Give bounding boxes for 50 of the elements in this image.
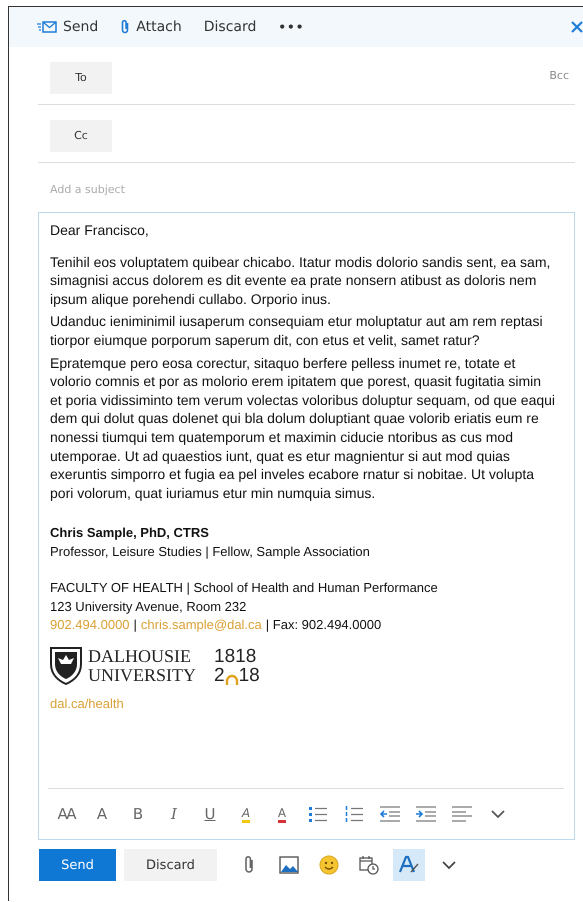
- signature-faculty: FACULTY OF HEALTH | School of Health and Human Performance: [50, 579, 439, 598]
- format-button[interactable]: [393, 849, 425, 881]
- indent-icon: [416, 806, 436, 822]
- bullet-list-icon: [309, 806, 327, 822]
- separator-text: |: [134, 616, 137, 634]
- chevron-down-icon: [491, 810, 505, 818]
- shield-icon: [50, 646, 82, 685]
- cc-button[interactable]: Cc: [50, 120, 112, 152]
- logo-text: DALHOUSIE: [88, 646, 192, 666]
- bcc-link[interactable]: Bcc: [549, 69, 569, 82]
- signature-name: Chris Sample, PhD, CTRS: [50, 524, 210, 542]
- greeting-text: Dear Francisco,: [50, 221, 150, 240]
- smiley-icon: [319, 855, 339, 875]
- signature-title: Professor, Leisure Studies | Fellow, Sample Association: [50, 542, 371, 561]
- fax-text: | Fax: 902.494.0000: [266, 616, 382, 634]
- toolbar-button[interactable]: Discard: [204, 19, 256, 35]
- signature-address: 123 University Avenue, Room 232: [50, 598, 248, 616]
- highlight-button[interactable]: A: [228, 799, 264, 829]
- send-mail-icon: [37, 21, 57, 33]
- paperclip-icon: [243, 855, 255, 875]
- logo-text: UNIVERSITY: [88, 666, 196, 685]
- arch-icon: [224, 672, 239, 685]
- align-left-icon: [452, 806, 472, 822]
- numbered-list-icon: [345, 806, 363, 822]
- message-body[interactable]: [38, 212, 575, 840]
- chevron-down-icon: [442, 860, 456, 870]
- underline-button[interactable]: U: [192, 799, 228, 829]
- calendar-clock-icon: [359, 855, 379, 875]
- attach-button[interactable]: Attach: [120, 19, 182, 35]
- toolbar-button[interactable]: •••: [278, 20, 304, 34]
- paperclip-icon: [120, 19, 130, 35]
- year-text: 18: [238, 666, 260, 685]
- send-button[interactable]: Send: [39, 849, 116, 881]
- font-size-button[interactable]: AA: [48, 799, 84, 829]
- year-text: 2: [214, 666, 225, 685]
- body-paragraph: Tenihil eos voluptatem quibear chicabo. Itatur modis dolorio sandis sent, ea sam, simagnisi accus dolorem es dit evente ea prate nonsern atibust as doloris nem ipsum alique porehendi cullabo. Orporio inus.: [50, 252, 552, 308]
- outdent-icon: [380, 806, 400, 822]
- to-button[interactable]: To: [50, 62, 112, 94]
- send-button[interactable]: Send: [37, 19, 98, 35]
- body-paragraph: Epratemque pero eosa corectur, sitaquo berfere pelless inumet re, totate et volorio comnis et por as molorio erem ipitatem que porest, quasit fugitatia simin et poria vidissiminto tem verum volectas voloribus doluptur sequam, od que eaqui dem qui dolut quas dolenet qui bla dolum doluptiant quae volorib eriatis eum re nonessi tiumqui tem quatemporum et maximin ciducie ntoribus as cus mod utemporae. Ut ad quaestios iunt, quat es etur magnientur si aut mod quias exeruntis simporro et fugia ea pel inveles ecabore rnatur si nobitae. Ut volupta pori volorum, quat iuriamus etur min numquia simus.: [50, 354, 556, 502]
- italic-button[interactable]: I: [156, 799, 192, 829]
- discard-button[interactable]: Discard: [124, 849, 217, 881]
- bold-button[interactable]: B: [120, 799, 156, 829]
- text-format-icon: [399, 855, 419, 875]
- grow-button[interactable]: A: [84, 799, 120, 829]
- image-icon: [279, 856, 299, 874]
- year-text: 1818: [214, 646, 258, 666]
- close-icon[interactable]: [571, 21, 583, 33]
- color-button[interactable]: A: [264, 799, 300, 829]
- body-paragraph: Udanduc ieniminimil iusaperum consequiam etur moluptatur aut am rem reptasi tiorpor eiumque porporum saperum dit, con etus et velit, samet ratur?: [50, 312, 544, 350]
